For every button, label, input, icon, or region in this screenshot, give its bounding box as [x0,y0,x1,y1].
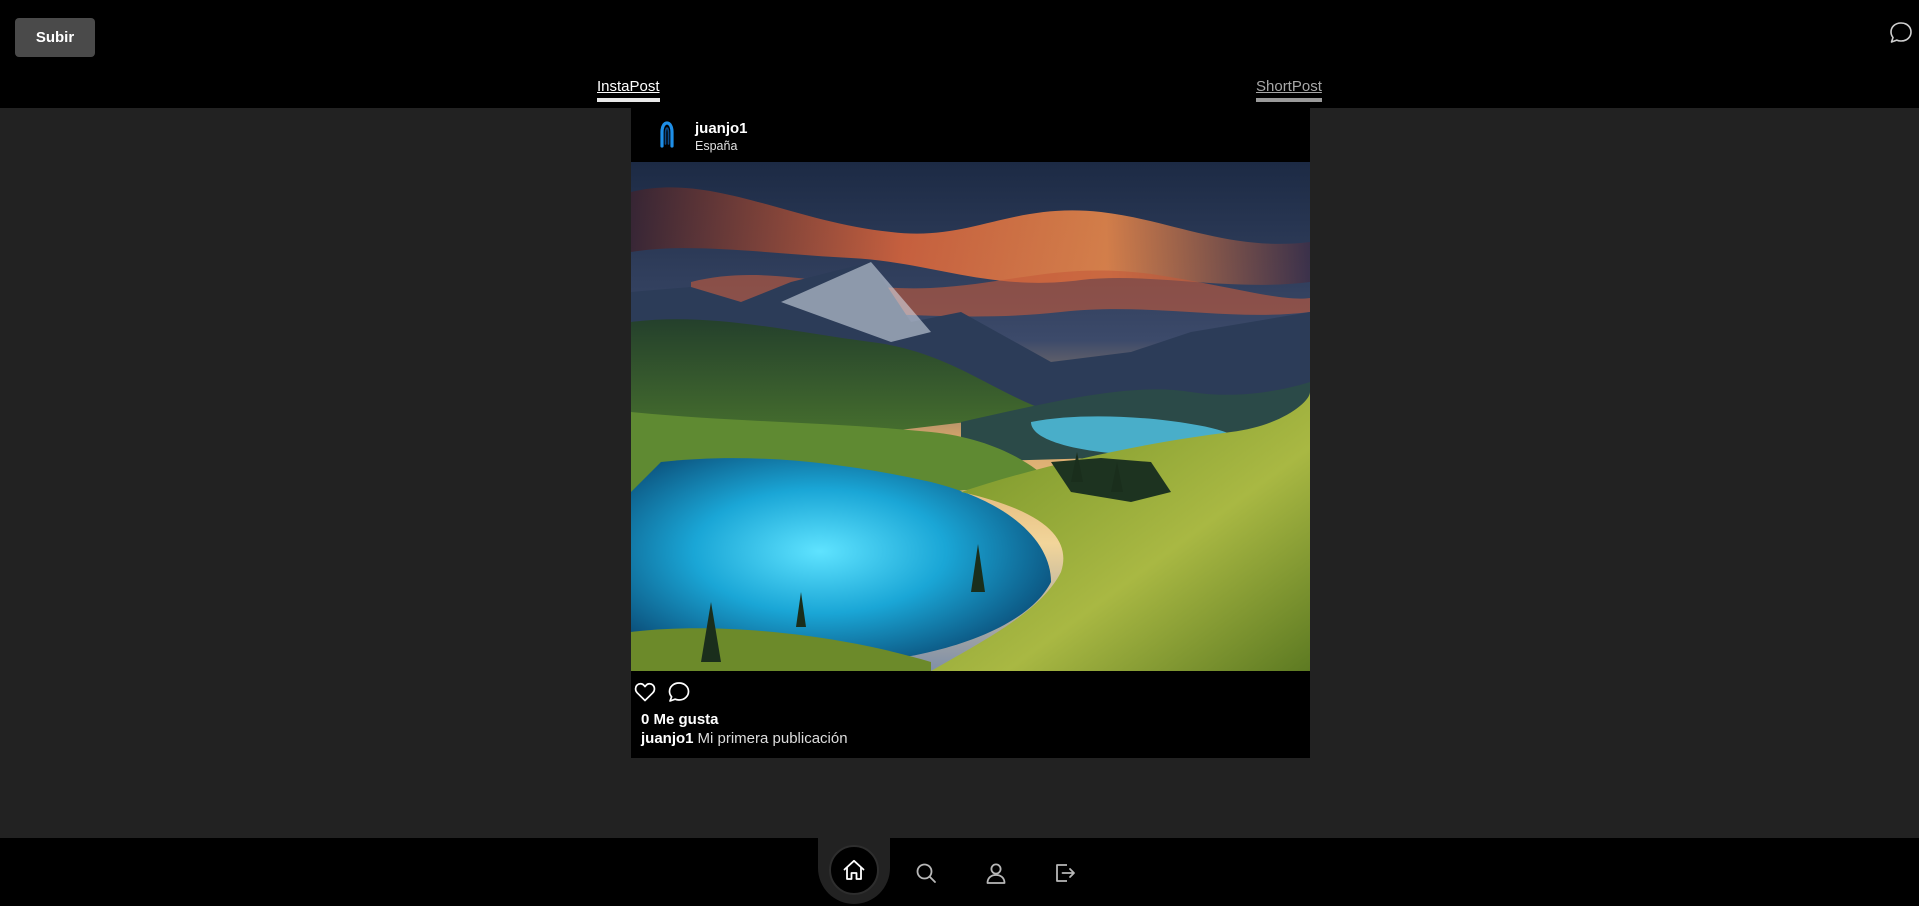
post-card: juanjo1 España 0 Me gusta juanjo1 Mi pri… [631,108,1310,758]
post-location: España [695,139,738,153]
avatar[interactable] [651,118,683,152]
tab-instapost[interactable]: InstaPost [597,78,660,102]
caption-text: Mi primera publicación [697,730,848,747]
blue-logo-icon [660,121,674,148]
chat-bubble-icon[interactable] [1888,20,1914,46]
profile-icon[interactable] [983,860,1009,886]
post-header: juanjo1 España [631,108,1310,162]
landscape-image [631,162,1310,671]
home-icon[interactable] [829,845,879,895]
post-caption: juanjo1 Mi primera publicación [641,730,848,747]
likes-count: 0 Me gusta [641,711,719,728]
search-icon[interactable] [913,860,939,886]
heart-icon[interactable] [633,680,657,704]
tab-shortpost[interactable]: ShortPost [1256,78,1322,102]
caption-username[interactable]: juanjo1 [641,730,694,747]
post-actions [631,680,1310,708]
post-image[interactable] [631,162,1310,671]
bottom-nav [0,838,1919,906]
upload-button[interactable]: Subir [15,18,95,57]
post-username[interactable]: juanjo1 [695,120,748,137]
logout-icon[interactable] [1052,860,1078,886]
top-bar [0,0,1919,108]
comment-icon[interactable] [667,680,691,704]
